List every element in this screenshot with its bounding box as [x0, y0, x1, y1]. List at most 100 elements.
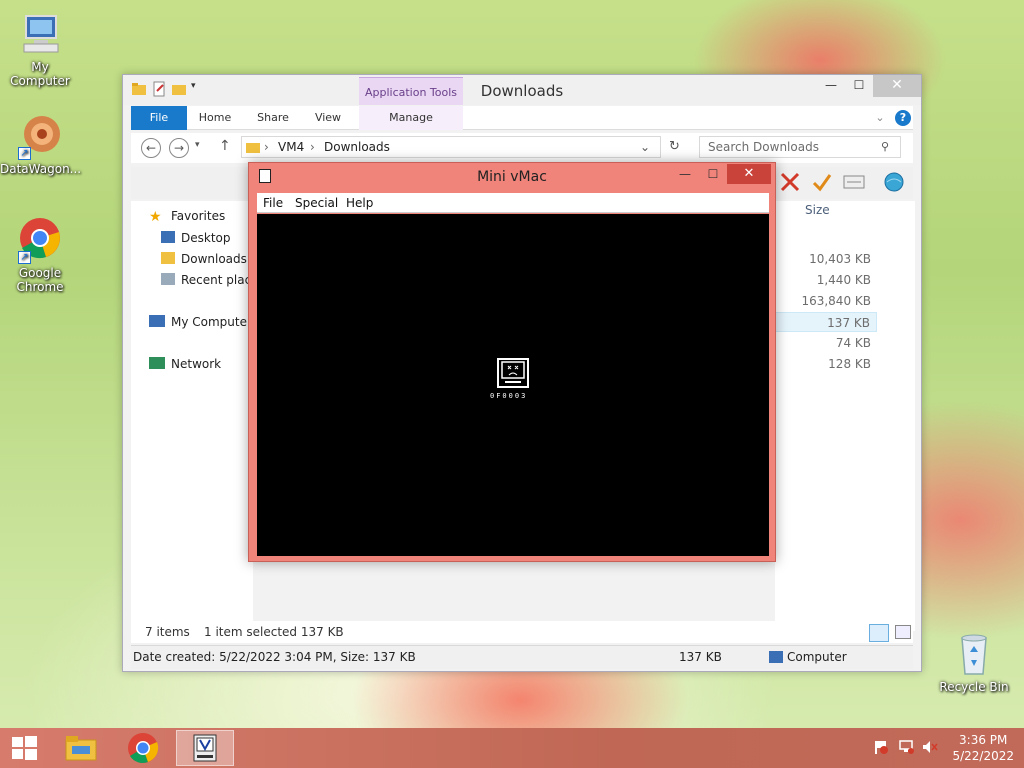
- windows-logo-icon: [12, 736, 37, 760]
- item-count: 7 items: [145, 625, 190, 639]
- computer-icon: [16, 10, 64, 58]
- checkmark-icon[interactable]: [811, 171, 833, 193]
- shortcut-arrow-icon: ↗: [18, 147, 31, 160]
- star-icon: ★: [149, 209, 162, 225]
- maximize-button[interactable]: ☐: [699, 164, 727, 184]
- error-code: 0F0003: [490, 392, 528, 400]
- downloads-folder-icon: [161, 252, 175, 264]
- refresh-icon[interactable]: ↻: [669, 139, 680, 154]
- desktop-icon: [161, 231, 175, 243]
- desktop-icon-label: Google Chrome: [16, 266, 64, 294]
- clock-date: 5/22/2022: [952, 749, 1014, 763]
- desktop-icon-datawagon[interactable]: ↗ DataWagon...: [0, 112, 82, 176]
- minimize-button[interactable]: —: [671, 164, 699, 184]
- properties-panel-icon[interactable]: [843, 171, 865, 193]
- breadcrumb-separator-icon: ›: [310, 140, 315, 154]
- tab-file[interactable]: File: [131, 106, 187, 130]
- desktop-icon-google-chrome[interactable]: ↗ Google Chrome: [0, 216, 80, 294]
- window-title: Downloads: [480, 82, 564, 100]
- address-bar[interactable]: › VM4 › Downloads ⌄: [241, 136, 661, 158]
- address-dropdown-icon[interactable]: ⌄: [640, 140, 650, 154]
- column-header-size[interactable]: Size: [805, 203, 830, 217]
- nav-label: My Computer: [171, 315, 252, 329]
- file-size-cell[interactable]: 163,840 KB: [767, 291, 877, 311]
- search-input[interactable]: Search Downloads: [699, 136, 901, 158]
- start-button[interactable]: [0, 730, 48, 766]
- nav-network[interactable]: Network: [149, 357, 221, 371]
- network-status-icon[interactable]: [898, 740, 914, 754]
- taskbar: 3:36 PM 5/22/2022: [0, 728, 1024, 768]
- menu-special[interactable]: Special: [295, 196, 338, 210]
- volume-muted-icon[interactable]: [922, 740, 938, 754]
- breadcrumb-downloads[interactable]: Downloads: [324, 140, 390, 154]
- nav-favorites[interactable]: ★ Favorites: [149, 209, 225, 225]
- details-size: 137 KB: [679, 650, 722, 664]
- minimize-button[interactable]: —: [817, 75, 845, 97]
- date-created: Date created: 5/22/2022 3:04 PM, Size: 1…: [133, 650, 416, 664]
- details-status-bar: Date created: 5/22/2022 3:04 PM, Size: 1…: [131, 645, 913, 669]
- file-list: Size 10,403 KB 1,440 KB 163,840 KB 137 K…: [767, 201, 915, 631]
- globe-icon[interactable]: [883, 171, 905, 193]
- item-status-bar: 7 items 1 item selected 137 KB: [131, 621, 913, 643]
- desktop-icon-label: Recycle Bin: [939, 680, 1009, 694]
- explorer-titlebar[interactable]: ▾ Application Tools Downloads — ☐ ✕: [123, 75, 921, 105]
- recent-places-icon: [161, 273, 175, 285]
- shortcut-arrow-icon: ↗: [18, 251, 31, 264]
- mini-vmac-icon: [193, 734, 217, 762]
- search-icon[interactable]: ⚲: [881, 140, 889, 153]
- breadcrumb-separator-icon: ›: [264, 140, 269, 154]
- nav-label: Downloads: [181, 252, 247, 266]
- clock-time: 3:36 PM: [959, 733, 1008, 747]
- file-size-cell[interactable]: 128 KB: [767, 354, 877, 374]
- nav-downloads[interactable]: Downloads: [161, 252, 247, 266]
- vmac-window-controls: — ☐ ✕: [671, 164, 771, 184]
- up-button[interactable]: ↑: [219, 138, 231, 154]
- menu-file[interactable]: File: [263, 196, 283, 210]
- taskbar-file-explorer[interactable]: [52, 730, 110, 766]
- tab-home[interactable]: Home: [193, 106, 237, 130]
- file-size-cell[interactable]: 1,440 KB: [767, 270, 877, 290]
- recent-locations-icon[interactable]: ▾: [195, 140, 200, 150]
- details-location: Computer: [787, 650, 847, 664]
- vmac-menubar: File Special Help: [257, 193, 769, 213]
- file-size-cell[interactable]: 10,403 KB: [767, 249, 877, 269]
- tab-manage[interactable]: Manage: [367, 106, 455, 130]
- nav-my-computer[interactable]: My Computer: [149, 315, 252, 329]
- nav-desktop[interactable]: Desktop: [161, 231, 231, 245]
- mini-vmac-window[interactable]: Mini vMac — ☐ ✕ File Special Help 0F0003: [248, 162, 776, 562]
- nav-label: Network: [171, 357, 222, 371]
- help-icon[interactable]: ?: [895, 110, 911, 126]
- taskbar-google-chrome[interactable]: [114, 730, 172, 766]
- forward-button[interactable]: →: [169, 138, 189, 158]
- emulator-screen[interactable]: 0F0003: [257, 214, 769, 556]
- window-controls: — ☐ ✕: [817, 75, 921, 97]
- desktop-icon-label: My Computer: [10, 60, 70, 88]
- tab-share[interactable]: Share: [249, 106, 297, 130]
- navigation-pane: ★ Favorites Desktop Downloads Recent plac…: [131, 201, 265, 631]
- desktop-icon-label: DataWagon...: [0, 162, 82, 176]
- taskbar-mini-vmac[interactable]: [176, 730, 234, 766]
- back-button[interactable]: ←: [141, 138, 161, 158]
- delete-icon[interactable]: [779, 171, 801, 193]
- nav-label: Desktop: [181, 231, 231, 245]
- chrome-icon: ↗: [16, 216, 64, 264]
- ribbon-expand-icon[interactable]: ⌄: [873, 106, 887, 130]
- close-button[interactable]: ✕: [727, 164, 771, 184]
- close-button[interactable]: ✕: [873, 75, 921, 97]
- file-size-cell-selected[interactable]: 137 KB: [767, 312, 877, 332]
- mandala-icon: ↗: [16, 112, 64, 160]
- details-view-icon[interactable]: [869, 624, 889, 642]
- network-icon: [149, 357, 165, 369]
- maximize-button[interactable]: ☐: [845, 75, 873, 97]
- desktop-icon-recycle-bin[interactable]: Recycle Bin: [934, 630, 1014, 694]
- desktop-icon-my-computer[interactable]: My Computer: [0, 10, 80, 88]
- address-row: ← → ▾ ↑ › VM4 › Downloads ⌄ ↻ Search Dow…: [131, 133, 913, 163]
- breadcrumb-vm4[interactable]: VM4: [278, 140, 304, 154]
- file-size-cell[interactable]: 74 KB: [767, 333, 877, 353]
- folder-icon: [246, 140, 260, 154]
- system-clock[interactable]: 3:36 PM 5/22/2022: [952, 732, 1014, 764]
- large-icons-view-icon[interactable]: [895, 625, 911, 639]
- tab-view[interactable]: View: [307, 106, 349, 130]
- action-center-flag-icon[interactable]: [874, 740, 888, 754]
- menu-help[interactable]: Help: [346, 196, 373, 210]
